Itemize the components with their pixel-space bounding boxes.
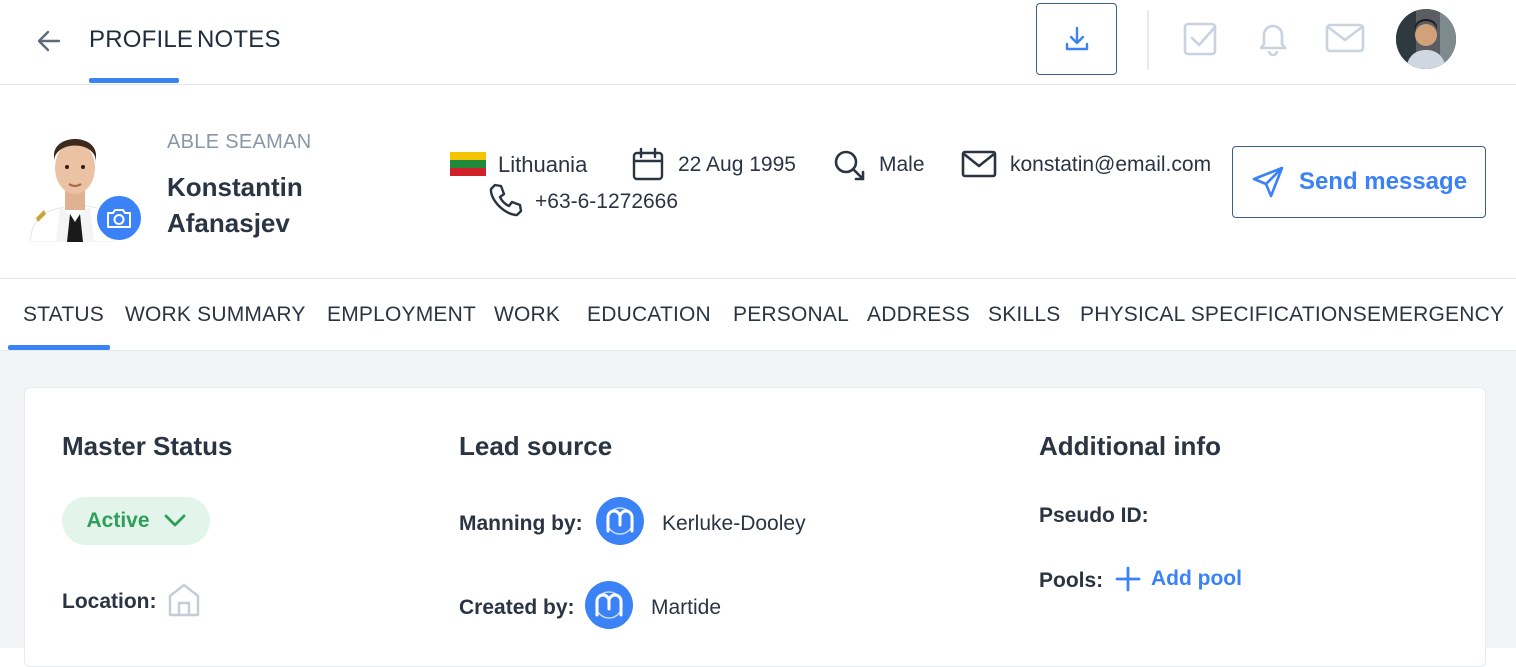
download-icon <box>1065 26 1088 51</box>
tab-profile[interactable]: PROFILE <box>89 26 193 54</box>
tab-emergency[interactable]: EMERGENCY <box>1367 303 1504 327</box>
send-message-label: Send message <box>1298 168 1468 195</box>
active-tab-indicator <box>89 78 179 83</box>
active-section-indicator <box>8 345 110 350</box>
email: konstatin@email.com <box>1010 153 1212 176</box>
status-dropdown[interactable]: Active <box>62 497 210 545</box>
plus-icon <box>1115 566 1141 592</box>
gender-icon <box>834 150 865 181</box>
status-value: Active <box>86 509 150 532</box>
manning-agency-logo <box>596 497 644 545</box>
tasks-button[interactable] <box>1181 18 1221 58</box>
email-icon <box>961 150 997 178</box>
pools-label: Pools: <box>1039 569 1104 592</box>
checkbox-icon <box>1183 22 1217 56</box>
tab-physical-specifications[interactable]: PHYSICAL SPECIFICATIONS <box>1080 303 1367 327</box>
profile-header: ABLE SEAMAN Konstantin Afanasjev Lithuan… <box>0 85 1516 279</box>
tab-status[interactable]: STATUS <box>23 303 104 327</box>
back-button[interactable] <box>32 24 66 58</box>
master-status-title: Master Status <box>62 431 233 461</box>
tab-address[interactable]: ADDRESS <box>867 303 970 327</box>
camera-icon <box>107 209 131 228</box>
calendar-icon <box>632 147 664 181</box>
gender: Male <box>879 153 925 176</box>
created-value: Martide <box>651 596 722 619</box>
date-of-birth: 22 Aug 1995 <box>678 153 796 176</box>
chevron-down-icon <box>164 514 185 527</box>
tab-employment[interactable]: EMPLOYMENT <box>327 303 476 327</box>
user-avatar-image <box>1396 9 1456 69</box>
notifications-button[interactable] <box>1253 18 1293 58</box>
phone-icon <box>489 183 523 217</box>
send-message-button[interactable]: Send message <box>1232 146 1486 218</box>
user-avatar[interactable] <box>1396 9 1456 69</box>
seafarer-name: Konstantin Afanasjev <box>167 169 367 241</box>
tab-personal[interactable]: PERSONAL <box>733 303 849 327</box>
pseudo-id-label: Pseudo ID: <box>1039 504 1149 527</box>
add-pool-label: Add pool <box>1151 567 1242 590</box>
tab-skills[interactable]: SKILLS <box>988 303 1060 327</box>
bell-icon <box>1259 24 1287 57</box>
mail-icon <box>1325 23 1365 53</box>
location-label: Location: <box>62 590 157 613</box>
lead-source-title: Lead source <box>459 431 613 461</box>
flag-icon <box>450 152 486 176</box>
tab-work[interactable]: WORK <box>494 303 560 327</box>
first-name: Konstantin <box>167 172 303 202</box>
additional-info-title: Additional info <box>1039 431 1221 461</box>
tab-notes[interactable]: NOTES <box>197 26 281 54</box>
content-area: Master Status Active Location: Lead sour… <box>0 351 1516 667</box>
back-arrow-icon <box>37 30 61 52</box>
change-photo-button[interactable] <box>95 194 143 242</box>
tab-education[interactable]: EDUCATION <box>587 303 711 327</box>
manning-label: Manning by: <box>459 512 583 535</box>
section-tabs: STATUS WORK SUMMARY EMPLOYMENT WORK EDUC… <box>0 279 1516 351</box>
creator-logo <box>585 581 633 629</box>
agency-logo-icon <box>606 507 634 535</box>
rank-label: ABLE SEAMAN <box>167 131 312 153</box>
creator-logo-icon <box>595 591 623 619</box>
download-button[interactable] <box>1036 3 1117 75</box>
messages-button[interactable] <box>1325 18 1365 58</box>
manning-value: Kerluke-Dooley <box>662 512 806 535</box>
country: Lithuania <box>498 152 588 177</box>
last-name: Afanasjev <box>167 208 290 238</box>
top-bar: PROFILE NOTES <box>0 0 1516 85</box>
phone: +63-6-1272666 <box>535 190 679 213</box>
tab-work-summary[interactable]: WORK SUMMARY <box>125 303 306 327</box>
divider <box>1147 10 1149 70</box>
created-label: Created by: <box>459 596 575 619</box>
add-pool-button[interactable]: Add pool <box>1115 566 1242 592</box>
send-icon <box>1252 166 1284 198</box>
status-card: Master Status Active Location: Lead sour… <box>24 387 1486 667</box>
home-icon[interactable] <box>167 582 201 618</box>
